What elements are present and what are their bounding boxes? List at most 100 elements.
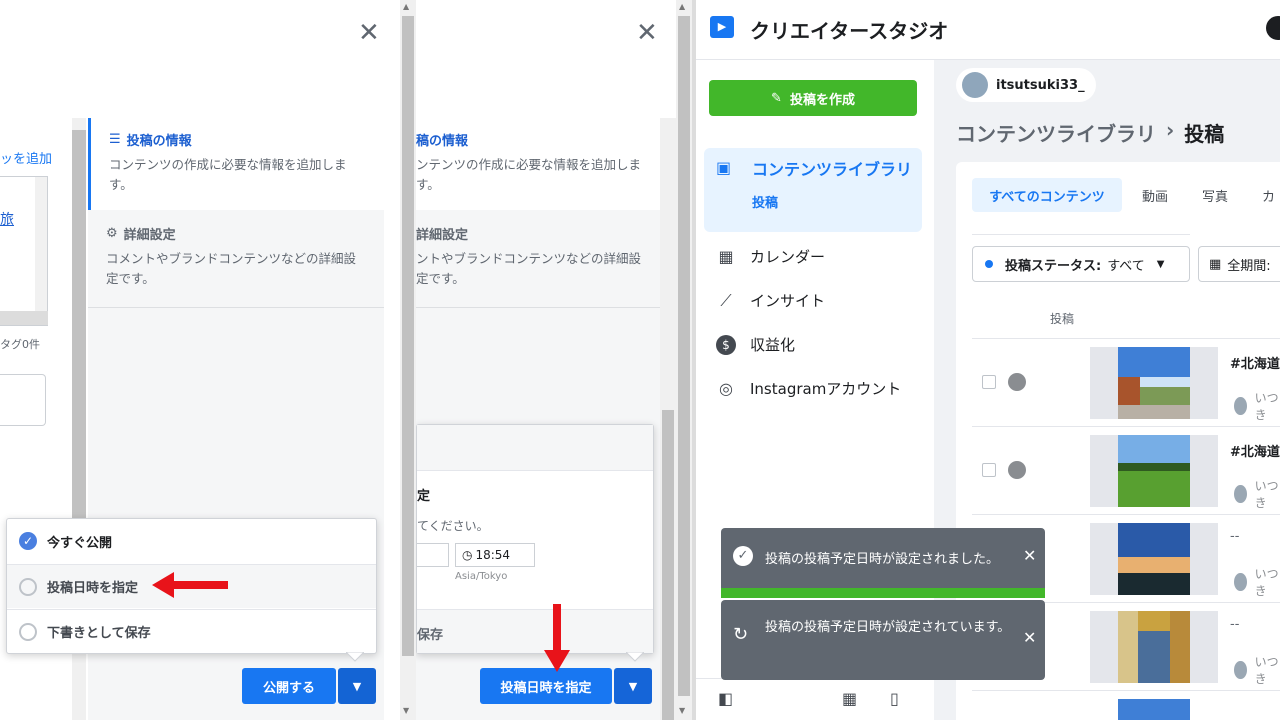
info-section[interactable]: 稿の情報 ンテンツの作成に必要な情報を追加します。 [416,118,660,210]
time-field[interactable]: ◷ 18:54 [455,543,535,567]
sidebar-item-calendar[interactable]: ▦ カレンダー [716,246,825,267]
advanced-title: 詳細設定 [123,228,176,243]
scroll-thumb[interactable] [72,130,86,550]
red-arrow-annotation [544,604,570,672]
calendar-icon: ▦ [718,247,734,266]
tab-all-content[interactable]: すべてのコンテンツ [972,178,1122,212]
breadcrumb-parent[interactable]: コンテンツライブラリ [956,118,1156,147]
scroll-thumb[interactable] [678,16,690,696]
row-title[interactable]: -- [1230,617,1239,632]
partial-text: 旅 [0,212,14,228]
status-dot [985,260,993,268]
author-name: いつき [1254,479,1279,510]
dropdown-caret [346,652,364,662]
sidebar-item-instagram[interactable]: ◎ Instagramアカウント [716,378,901,399]
divider [972,234,1190,235]
close-icon[interactable]: ✕ [1023,628,1036,647]
advanced-section[interactable]: 詳細設定 ントやブランドコンテンツなどの詳細設定です。 [416,212,660,308]
scroll-thumb[interactable] [662,410,674,720]
scroll-thumb[interactable] [402,16,414,656]
advanced-section[interactable]: ⚙ 詳細設定 コメントやブランドコンテンツなどの詳細設定です。 [88,212,384,308]
text-box[interactable]: 旅 [0,176,48,326]
popover-footer: 保存 [417,609,653,653]
gear-icon: ⚙ [106,226,118,241]
app-header: ▶ クリエイタースタジオ [696,0,1280,60]
table-row[interactable]: #北海道 #hokk いつき [972,338,1280,424]
dropdown-caret [626,652,644,662]
clock-icon: ◷ [462,548,473,562]
sidebar-item-label: 収益化 [750,336,796,354]
table-icon[interactable]: ▦ [842,689,857,708]
row-author: いつき [1234,389,1280,423]
thumbnail [1090,435,1218,507]
thumbnail [1090,611,1218,683]
date-field[interactable] [417,543,449,567]
account-chip[interactable]: itsutsuki33_ [956,68,1096,102]
row-title[interactable]: #北海道 [1230,441,1280,460]
option-publish-now[interactable]: ✓ 今すぐ公開 [7,519,376,563]
scroll-down-icon[interactable]: ▼ [403,706,409,715]
radio-icon [19,622,37,641]
column-header-post: 投稿 [1050,312,1075,326]
row-author: いつき [1234,653,1280,687]
h-scrollbar[interactable] [0,311,48,325]
library-icon: ▣ [716,158,732,177]
facebook-icon[interactable] [1266,16,1280,40]
toast-message: 投稿の投稿予定日時が設定されました。 [765,552,1000,567]
save-option[interactable]: 保存 [417,624,443,643]
create-post-button[interactable]: ✎ 投稿を作成 [709,80,917,116]
close-icon[interactable]: ✕ [636,20,658,46]
account-name: itsutsuki33_ [996,77,1085,93]
breadcrumb-separator: › [1166,118,1175,142]
scroll-track[interactable] [660,118,676,720]
scroll-down-icon[interactable]: ▼ [679,706,685,715]
publish-button[interactable]: 公開する [242,668,336,704]
scroll-up-icon[interactable]: ▲ [679,2,685,11]
close-icon[interactable]: ✕ [358,20,380,46]
close-icon[interactable]: ✕ [1023,546,1036,565]
composer-panel-left: ✕ ッを追加 旅 タグ0件 ☰ 投稿の情報 コンテンツの作成に必要な情報を追加しま… [0,0,400,720]
check-circle-icon: ✓ [733,546,753,566]
creator-studio-logo-icon: ▶ [710,16,734,38]
toast-message: 投稿の投稿予定日時が設定されています。 [765,620,1011,635]
scroll-up-icon[interactable]: ▲ [403,2,409,11]
row-author: いつき [1234,565,1280,599]
row-title[interactable]: -- [1230,529,1239,544]
status-filter-dropdown[interactable]: 投稿ステータス: すべて ▼ [972,246,1190,282]
schedule-button[interactable]: 投稿日時を指定 [480,668,612,704]
chevron-down-icon[interactable]: ▼ [338,668,376,704]
toggle-panel-icon[interactable]: ◧ [718,689,733,708]
scrollbar[interactable] [35,177,47,311]
tab-more[interactable]: カ [1262,186,1275,205]
tab-photo[interactable]: 写真 [1202,186,1228,205]
sidebar-item-content-library[interactable]: ▣ コンテンツライブラリ 投稿 [704,148,922,232]
scroll-track[interactable]: ▲ ▼ [676,0,692,720]
row-author: いつき [1234,477,1280,511]
composer-panel-middle: ✕ 稿の情報 ンテンツの作成に必要な情報を追加します。 詳細設定 ントやブランド… [416,0,692,720]
sidebar-item-monetization[interactable]: $ 収益化 [716,334,795,355]
advanced-desc: ントやブランドコンテンツなどの詳細設定です。 [416,251,642,286]
toast-progress [721,588,1045,598]
table-row[interactable] [972,690,1280,720]
option-draft[interactable]: 下書きとして保存 [7,609,376,653]
avatar [1234,397,1247,415]
row-title[interactable]: #北海道 #hokk [1230,353,1280,372]
sidebar-item-insights[interactable]: ⟋ インサイト [716,290,825,311]
table-row[interactable]: #北海道 いつき [972,426,1280,512]
info-section[interactable]: ☰ 投稿の情報 コンテンツの作成に必要な情報を追加します。 [88,118,384,210]
scroll-track[interactable]: ▲ ▼ [400,0,416,720]
status-label: 投稿ステータス: [1005,258,1102,274]
radio-icon [19,577,37,596]
popover-heading: 定 [417,489,431,504]
tab-video[interactable]: 動画 [1142,186,1168,205]
add-link[interactable]: ッを追加 [0,148,52,167]
period-filter[interactable]: ▦ 全期間: [1198,246,1280,282]
input-box[interactable] [0,374,46,426]
sidebar-subitem-posts[interactable]: 投稿 [752,192,778,211]
row-checkbox[interactable] [982,375,996,389]
row-checkbox[interactable] [982,463,996,477]
book-icon[interactable]: ▯ [890,689,899,708]
sidebar-item-label: カレンダー [750,248,826,266]
chevron-down-icon[interactable]: ▼ [614,668,652,704]
instagram-account-icon: ◎ [719,379,733,398]
